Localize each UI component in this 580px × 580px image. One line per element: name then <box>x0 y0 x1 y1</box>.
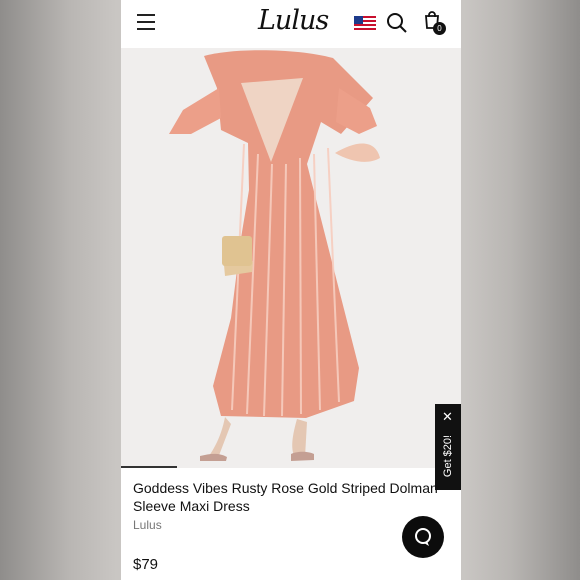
image-carousel-indicator[interactable] <box>121 466 177 468</box>
search-icon[interactable] <box>386 12 408 34</box>
dress-photo <box>121 48 461 468</box>
product-image[interactable] <box>121 48 461 468</box>
promo-label[interactable]: Get $20! <box>442 427 454 485</box>
site-header: Lulus 0 <box>121 0 461 48</box>
product-title: Goddess Vibes Rusty Rose Gold Striped Do… <box>133 480 438 514</box>
product-brand[interactable]: Lulus <box>133 518 162 532</box>
mobile-page: Lulus 0 Goddess Vibes Rusty Rose Gold St… <box>121 0 461 580</box>
hamburger-menu-icon[interactable] <box>137 14 155 30</box>
close-icon[interactable]: ✕ <box>442 410 453 423</box>
product-price: $79 <box>133 556 159 573</box>
us-flag-icon[interactable] <box>354 16 376 32</box>
chat-button[interactable] <box>402 516 444 558</box>
get-discount-tab[interactable]: ✕ Get $20! <box>435 404 461 490</box>
chat-icon <box>415 528 431 546</box>
site-logo[interactable]: Lulus <box>258 5 329 36</box>
cart-count-badge: 0 <box>433 22 446 35</box>
